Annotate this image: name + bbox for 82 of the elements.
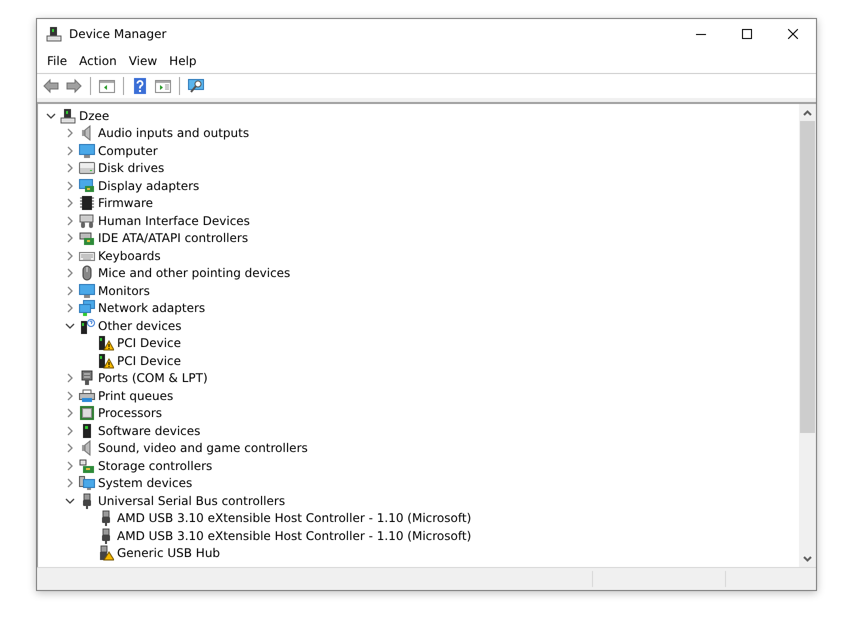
- tree-item[interactable]: Mice and other pointing devices: [98, 266, 290, 280]
- chevron-right-icon: [66, 233, 72, 244]
- chevron-right-icon: [66, 198, 72, 208]
- usb-warning-icon: [98, 545, 114, 562]
- chevron-right-icon: [66, 478, 72, 488]
- console-tree-icon: [99, 78, 115, 94]
- tree-item[interactable]: Generic USB Hub: [117, 546, 220, 560]
- printer-icon: [79, 388, 95, 404]
- monitor-icon: [79, 282, 95, 299]
- storage-controller-icon: [79, 458, 95, 474]
- chevron-down-icon: [46, 112, 56, 119]
- tree-item[interactable]: Universal Serial Bus controllers: [98, 494, 286, 508]
- scrollbar-thumb[interactable]: [800, 121, 815, 433]
- network-adapter-icon: [79, 300, 95, 316]
- computer-icon: [46, 26, 62, 42]
- menu-item[interactable]: File: [41, 52, 74, 70]
- tree-item[interactable]: Computer: [98, 144, 158, 158]
- disk-drive-icon: [79, 160, 95, 176]
- chevron-down-icon: [64, 322, 74, 329]
- tree-item[interactable]: PCI Device: [117, 354, 182, 368]
- maximize-icon: [742, 29, 752, 39]
- menu-item[interactable]: Help: [163, 52, 203, 70]
- tree-item[interactable]: AMD USB 3.10 eXtensible Host Controller - 1.10 (Microsoft): [117, 528, 472, 543]
- port-icon: [79, 370, 95, 386]
- chevron-right-icon: [66, 303, 72, 314]
- tree-item[interactable]: Audio inputs and outputs: [98, 126, 250, 140]
- chevron-right-icon: [66, 250, 72, 261]
- help-icon: [132, 78, 148, 94]
- display-adapter-icon: [79, 178, 95, 194]
- keyboard-mouse-icon: [79, 212, 95, 229]
- warning-device-icon: [98, 335, 114, 352]
- menu-item[interactable]: View: [122, 52, 164, 70]
- window-title: Device Manager: [69, 27, 168, 41]
- tree-item[interactable]: Disk drives: [98, 161, 164, 176]
- chevron-right-icon: [66, 268, 72, 278]
- chevron-right-icon: [66, 460, 72, 471]
- chevron-right-icon: [66, 390, 72, 401]
- tree-item[interactable]: Storage controllers: [98, 458, 212, 473]
- chevron-right-icon: [66, 146, 72, 156]
- action-pane-icon: [155, 78, 171, 94]
- chevron-right-icon: [66, 426, 72, 436]
- forward-arrow-icon: [66, 78, 82, 94]
- chevron-right-icon: [66, 128, 72, 138]
- tree-item[interactable]: Print queues: [98, 388, 174, 403]
- tree-item[interactable]: Sound, video and game controllers: [98, 441, 308, 456]
- controller-card-icon: [79, 230, 95, 246]
- chip-icon: [79, 195, 95, 212]
- chevron-down-icon: [803, 556, 812, 562]
- system-icon: [79, 475, 95, 492]
- menu-item[interactable]: Action: [73, 52, 123, 70]
- tree-item[interactable]: Processors: [98, 406, 162, 420]
- unknown-device-icon: [79, 318, 95, 334]
- tree-item[interactable]: Dzee: [79, 108, 110, 123]
- tree-item[interactable]: Firmware: [98, 196, 153, 210]
- chevron-right-icon: [66, 373, 72, 384]
- processor-icon: [79, 405, 95, 422]
- chevron-right-icon: [66, 286, 72, 296]
- chevron-down-icon: [64, 498, 74, 504]
- chevron-right-icon: [66, 180, 72, 191]
- tree-item[interactable]: Other devices: [98, 318, 182, 333]
- chevron-up-icon: [803, 110, 812, 116]
- back-arrow-icon: [43, 78, 59, 94]
- chevron-right-icon: [66, 163, 72, 174]
- tree-item[interactable]: Software devices: [98, 424, 200, 438]
- tree-item[interactable]: IDE ATA/ATAPI controllers: [98, 231, 248, 246]
- tree-item[interactable]: Monitors: [98, 284, 150, 298]
- tree-item[interactable]: Network adapters: [98, 301, 206, 316]
- tree-item[interactable]: Display adapters: [98, 178, 200, 193]
- monitor-icon: [79, 142, 95, 159]
- chevron-right-icon: [66, 216, 72, 226]
- tree-item[interactable]: System devices: [98, 476, 192, 490]
- chevron-right-icon: [66, 408, 72, 418]
- warning-device-icon: [98, 352, 114, 369]
- computer-icon: [60, 108, 76, 124]
- tree-item[interactable]: Ports (COM & LPT): [98, 371, 208, 386]
- scan-monitor-icon: [188, 78, 204, 94]
- chevron-right-icon: [66, 443, 72, 454]
- close-icon: [788, 29, 798, 39]
- tree-item[interactable]: PCI Device: [117, 336, 182, 350]
- tree-item[interactable]: AMD USB 3.10 eXtensible Host Controller - 1.10 (Microsoft): [117, 511, 472, 526]
- tree-item[interactable]: Human Interface Devices: [98, 214, 250, 228]
- tree-item[interactable]: Keyboards: [98, 248, 161, 263]
